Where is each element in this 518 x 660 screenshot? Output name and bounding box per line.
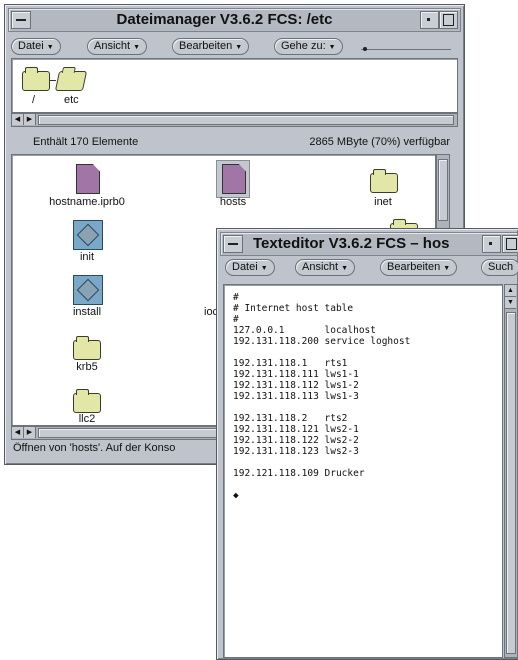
maximize-button[interactable] bbox=[502, 235, 518, 253]
document-icon[interactable] bbox=[222, 164, 246, 194]
path-hscroll-thumb[interactable] bbox=[38, 115, 454, 125]
window-menu-icon bbox=[16, 19, 26, 21]
path-item-etc[interactable]: etc bbox=[64, 94, 79, 106]
folder-tab bbox=[61, 67, 76, 73]
maximize-icon bbox=[443, 14, 454, 26]
path-item-root[interactable]: / bbox=[32, 94, 35, 106]
scroll-right-icon[interactable]: ▶ bbox=[24, 114, 36, 125]
file-vscroll-thumb[interactable] bbox=[438, 159, 448, 221]
open-folder-icon[interactable] bbox=[54, 67, 88, 91]
folder-tab bbox=[76, 389, 89, 395]
editor-vscroll-thumb[interactable] bbox=[506, 312, 516, 654]
folder-tab bbox=[76, 336, 89, 342]
text-editor-title: Texteditor V3.6.2 FCS – hos bbox=[253, 235, 450, 252]
editor-vscrollbar[interactable]: ▲ ▼ bbox=[504, 284, 518, 658]
file-init[interactable]: init bbox=[62, 251, 112, 263]
file-manager-menubar: Datei ▼ Ansicht ▼ Bearbeiten ▼ Gehe zu: ▼ bbox=[9, 36, 460, 56]
scroll-up-icon[interactable]: ▲ bbox=[505, 285, 516, 297]
menu-datei-label: Datei bbox=[18, 40, 44, 52]
minimize-button[interactable] bbox=[482, 235, 501, 253]
free-space: 2865 MByte (70%) verfügbar bbox=[309, 136, 450, 148]
folder-tab bbox=[393, 219, 406, 225]
text-editor-titlebar[interactable]: Texteditor V3.6.2 FCS – hos bbox=[220, 232, 518, 256]
input-anchor-icon bbox=[363, 47, 367, 51]
chevron-down-icon: ▼ bbox=[341, 265, 349, 272]
scroll-right-icon[interactable]: ▶ bbox=[24, 427, 36, 438]
folder-icon[interactable] bbox=[22, 67, 50, 91]
file-llc2[interactable]: llc2 bbox=[62, 413, 112, 425]
menu-datei[interactable]: Datei ▼ bbox=[11, 38, 61, 55]
chevron-down-icon: ▼ bbox=[133, 44, 141, 51]
menu-ansicht-label: Ansicht bbox=[302, 261, 339, 273]
minimize-icon bbox=[427, 18, 430, 21]
menu-datei[interactable]: Datei ▼ bbox=[225, 259, 275, 276]
file-inet[interactable]: inet bbox=[358, 196, 408, 208]
path-pane: / etc bbox=[11, 58, 458, 113]
menu-bearbeiten-label: Bearbeiten bbox=[179, 40, 233, 52]
text-editor-menubar: Datei ▼ Ansicht ▼ Bearbeiten ▼ Such bbox=[221, 257, 518, 277]
folder-tab bbox=[25, 67, 38, 73]
executable-icon[interactable] bbox=[73, 275, 103, 305]
folder-tab bbox=[373, 169, 386, 175]
path-separator bbox=[50, 80, 56, 81]
executable-diamond bbox=[76, 278, 100, 302]
menu-gehe-zu-label: Gehe zu: bbox=[281, 40, 326, 52]
executable-diamond bbox=[76, 223, 100, 247]
folder-icon[interactable] bbox=[370, 169, 398, 193]
menu-ansicht-label: Ansicht bbox=[94, 40, 131, 52]
file-krb5[interactable]: krb5 bbox=[62, 361, 112, 373]
window-menu-button[interactable] bbox=[11, 11, 31, 29]
file-install[interactable]: install bbox=[58, 306, 116, 318]
maximize-button[interactable] bbox=[439, 11, 458, 29]
window-menu-button[interactable] bbox=[223, 235, 243, 253]
menu-bearbeiten-label: Bearbeiten bbox=[387, 261, 441, 273]
scroll-down-icon[interactable]: ▼ bbox=[505, 297, 516, 309]
scroll-left-icon[interactable]: ◀ bbox=[12, 114, 24, 125]
chevron-down-icon: ▼ bbox=[46, 44, 54, 51]
path-hscrollbar[interactable]: ◀ ▶ bbox=[11, 113, 458, 127]
document-icon[interactable] bbox=[76, 164, 100, 194]
menu-bearbeiten[interactable]: Bearbeiten ▼ bbox=[172, 38, 250, 55]
menu-ansicht[interactable]: Ansicht ▼ bbox=[295, 259, 356, 276]
executable-icon[interactable] bbox=[73, 220, 103, 250]
chevron-down-icon: ▼ bbox=[443, 265, 451, 272]
file-hostname-iprb0[interactable]: hostname.iprb0 bbox=[40, 196, 134, 208]
chevron-down-icon: ▼ bbox=[235, 44, 243, 51]
folder-icon[interactable] bbox=[73, 389, 101, 413]
info-bar: Enthält 170 Elemente 2865 MByte (70%) ve… bbox=[11, 135, 456, 151]
menu-suchen-label: Such bbox=[488, 261, 514, 273]
scroll-left-icon[interactable]: ◀ bbox=[12, 427, 24, 438]
text-edit-area[interactable]: # # Internet host table # 127.0.0.1 loca… bbox=[223, 284, 503, 658]
menu-ansicht[interactable]: Ansicht ▼ bbox=[87, 38, 148, 55]
text-content[interactable]: # # Internet host table # 127.0.0.1 loca… bbox=[233, 292, 410, 501]
folder-icon[interactable] bbox=[73, 336, 101, 360]
chevron-down-icon: ▼ bbox=[328, 44, 336, 51]
minimize-button[interactable] bbox=[420, 11, 439, 29]
file-manager-titlebar[interactable]: Dateimanager V3.6.2 FCS: /etc bbox=[8, 8, 461, 32]
window-menu-icon bbox=[228, 243, 238, 245]
menu-suchen[interactable]: Such bbox=[481, 259, 518, 276]
menu-bearbeiten[interactable]: Bearbeiten ▼ bbox=[380, 259, 458, 276]
maximize-icon bbox=[506, 238, 517, 250]
text-editor-window: Texteditor V3.6.2 FCS – hos Datei ▼ Ansic… bbox=[216, 228, 518, 660]
menu-gehe-zu[interactable]: Gehe zu: ▼ bbox=[274, 38, 343, 55]
file-manager-title: Dateimanager V3.6.2 FCS: /etc bbox=[116, 11, 333, 28]
menu-datei-label: Datei bbox=[232, 261, 258, 273]
minimize-icon bbox=[489, 242, 492, 245]
path-input[interactable] bbox=[361, 49, 451, 50]
file-hosts[interactable]: hosts bbox=[208, 196, 258, 208]
item-count: Enthält 170 Elemente bbox=[33, 136, 139, 148]
chevron-down-icon: ▼ bbox=[260, 265, 268, 272]
file-hscroll-thumb[interactable] bbox=[38, 428, 220, 438]
